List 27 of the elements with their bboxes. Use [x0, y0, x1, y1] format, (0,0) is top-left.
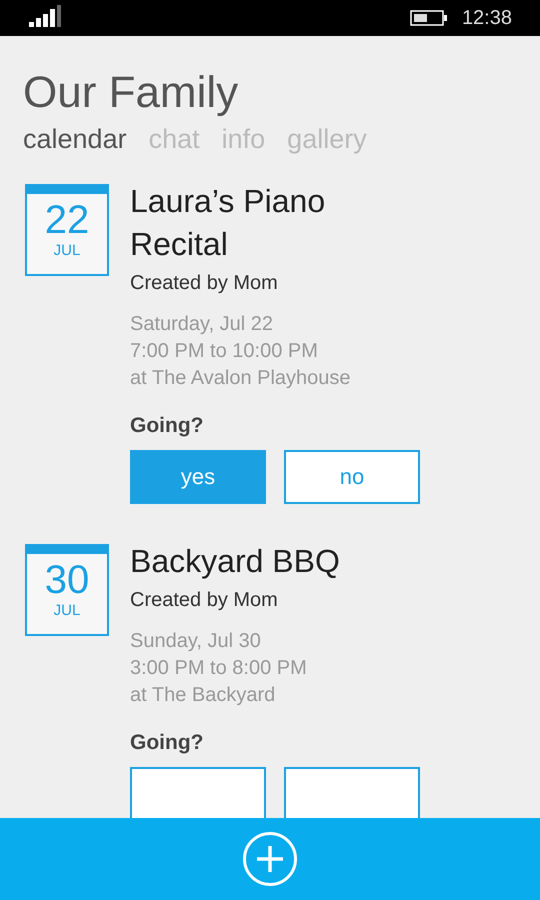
event-title: Laura’s Piano Recital: [130, 182, 326, 264]
date-day: 30: [44, 558, 90, 602]
event-title: Backyard BBQ: [130, 542, 341, 581]
add-button[interactable]: [242, 831, 298, 887]
event-date: Sunday, Jul 30: [130, 629, 262, 654]
event-time: 3:00 PM to 8:00 PM: [130, 656, 308, 681]
battery-icon: [410, 10, 448, 26]
going-question: Going?: [130, 414, 204, 438]
rsvp-button[interactable]: [130, 767, 266, 821]
rsvp-button[interactable]: yes: [130, 450, 266, 504]
event-location: at The Backyard: [130, 683, 276, 708]
going-question: Going?: [130, 731, 204, 755]
clock-time: 12:38: [462, 6, 512, 30]
rsvp-button[interactable]: no: [284, 450, 420, 504]
signal-icon: [29, 5, 63, 27]
date-day: 22: [44, 198, 90, 242]
date-month: JUL: [54, 242, 80, 259]
date-month: JUL: [54, 602, 80, 619]
rsvp-button[interactable]: [284, 767, 420, 821]
event-location: at The Avalon Playhouse: [130, 366, 352, 391]
event-creator: Created by Mom: [130, 272, 279, 295]
event-time: 7:00 PM to 10:00 PM: [130, 339, 319, 364]
event-creator: Created by Mom: [130, 589, 279, 612]
event-date: Saturday, Jul 22: [130, 312, 274, 337]
app-title: Our Family: [23, 67, 240, 119]
tab[interactable]: calendar: [23, 122, 127, 156]
add-icon: [242, 831, 298, 887]
